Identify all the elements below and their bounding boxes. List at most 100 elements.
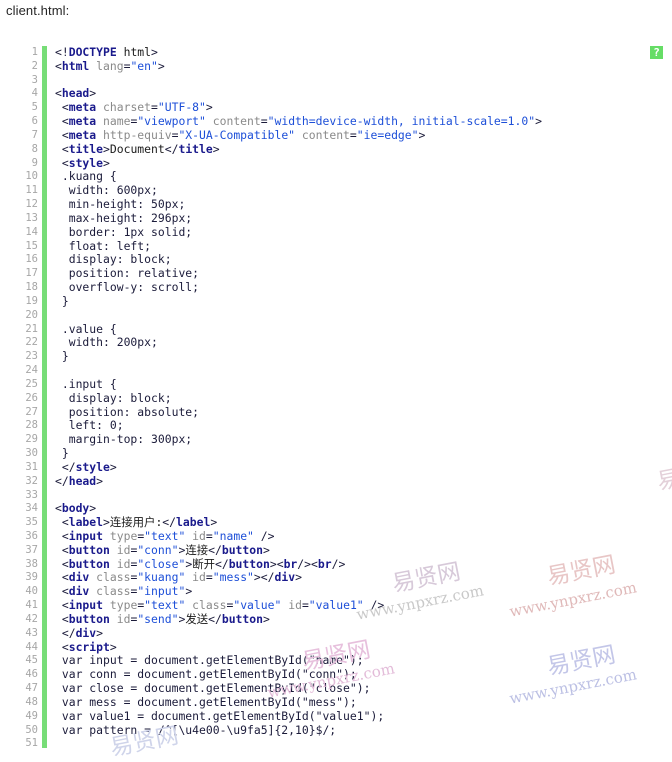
token-attr: content <box>205 114 261 129</box>
code-line[interactable]: 12 min-height: 50px; <box>0 197 672 212</box>
line-number: 12 <box>25 198 38 211</box>
token-punc: > <box>103 155 110 170</box>
code-line[interactable]: 4 <head> <box>0 87 672 101</box>
code-line[interactable]: 43 </div> <box>0 625 672 641</box>
code-line[interactable]: 39 <div class="kuang" id="mess"></div> <box>0 571 672 585</box>
code-line[interactable]: 22 width: 200px; <box>0 335 672 350</box>
code-line[interactable]: 41 <input type="text" class="value" id="… <box>0 598 672 613</box>
code-line[interactable]: 33 <box>0 489 672 503</box>
token-attr: id <box>109 542 131 557</box>
token-str: "text" <box>144 528 186 543</box>
token-punc: > <box>109 639 117 654</box>
code-line[interactable]: 32 </head> <box>0 474 672 489</box>
line-number: 34 <box>25 502 38 515</box>
code-line-text: <label>连接用户:</label> <box>55 515 218 530</box>
token-str: "en" <box>130 58 158 73</box>
code-line[interactable]: 13 max-height: 296px; <box>0 211 672 226</box>
code-line[interactable]: 26 display: block; <box>0 391 672 406</box>
code-line[interactable]: 42 <button id="send">发送</button> <box>0 611 672 627</box>
token-punc: </ <box>61 625 76 640</box>
token-attr: id <box>185 528 206 543</box>
line-number: 28 <box>25 419 38 432</box>
code-line-text: var value1 = document.getElementById("va… <box>55 709 384 724</box>
code-line[interactable]: 27 position: absolute; <box>0 405 672 420</box>
token-punc: > <box>263 542 270 557</box>
code-line[interactable]: 5 <meta charset="UTF-8"> <box>0 100 672 115</box>
line-number: 38 <box>25 557 38 570</box>
token-str: "conn" <box>137 542 179 557</box>
code-line[interactable]: 48 var mess = document.getElementById("m… <box>0 695 672 710</box>
code-line[interactable]: 21 .value { <box>0 321 672 337</box>
code-listing[interactable]: 1 <!DOCTYPE html> 2 <html lang="en"> 3 4 <head… <box>0 45 672 751</box>
code-line[interactable]: 34 <body> <box>0 501 672 516</box>
code-line[interactable]: 37 <button id="conn">连接</button> <box>0 542 672 558</box>
code-line[interactable]: 19 } <box>0 294 672 309</box>
code-line[interactable]: 25 .input { <box>0 377 672 392</box>
token-tag: input <box>68 598 104 613</box>
code-line[interactable]: 14 border: 1px solid; <box>0 225 672 240</box>
line-number: 16 <box>25 253 38 266</box>
code-line[interactable]: 36 <input type="text" id="name" /> <box>0 528 672 544</box>
code-line[interactable]: 11 width: 600px; <box>0 183 672 198</box>
code-line[interactable]: 17 position: relative; <box>0 266 672 281</box>
code-line[interactable]: 8 <title>Document</title> <box>0 141 672 157</box>
code-line[interactable]: 24 <box>0 364 672 378</box>
token-punc: < <box>61 598 69 613</box>
code-line-text: </style> <box>55 459 117 475</box>
code-line[interactable]: 1 <!DOCTYPE html> <box>0 45 672 60</box>
line-number: 48 <box>25 695 38 708</box>
code-line[interactable]: 51 <box>0 737 672 751</box>
token-punc: < <box>61 611 69 626</box>
token-punc: > <box>210 515 218 530</box>
line-number: 17 <box>25 267 38 280</box>
code-line[interactable]: 20 <box>0 309 672 323</box>
token-punc: < <box>61 515 69 530</box>
code-line-text: <div class="input"> <box>55 584 192 599</box>
code-line[interactable]: 16 display: block; <box>0 253 672 267</box>
code-line[interactable]: 49 var value1 = document.getElementById(… <box>0 709 672 724</box>
code-line[interactable]: 35 <label>连接用户:</label> <box>0 515 672 530</box>
code-line[interactable]: 3 <box>0 74 672 88</box>
code-line[interactable]: 29 margin-top: 300px; <box>0 432 672 447</box>
code-line[interactable]: 31 </style> <box>0 459 672 475</box>
code-line-text: <input type="text" class="value" id="val… <box>55 598 384 613</box>
code-line[interactable]: 28 left: 0; <box>0 418 672 433</box>
code-line[interactable]: 9 <style> <box>0 155 672 171</box>
code-line[interactable]: 44 <script> <box>0 639 672 655</box>
code-line[interactable]: 10 .kuang { <box>0 170 672 184</box>
code-line[interactable]: 38 <button id="close">断开</button><br/><b… <box>0 557 672 572</box>
code-line-text: <html lang="en"> <box>55 58 165 74</box>
token-attr: http-equiv <box>96 127 172 142</box>
line-number: 10 <box>25 170 38 183</box>
token-css: .value { <box>55 321 117 336</box>
token-punc: < <box>61 570 69 585</box>
code-line[interactable]: 23 } <box>0 349 672 364</box>
code-line-text: <head> <box>55 87 96 101</box>
code-line[interactable]: 30 } <box>0 446 672 461</box>
code-line[interactable]: 45 var input = document.getElementById("… <box>0 654 672 668</box>
code-line[interactable]: 50 var pattern = /^[\u4e00-\u9fa5]{2,10}… <box>0 723 672 738</box>
token-punc: > <box>109 459 117 474</box>
token-tag: title <box>68 141 104 156</box>
code-line[interactable]: 15 float: left; <box>0 239 672 254</box>
token-str: "mess" <box>212 570 254 585</box>
token-attr: content <box>295 127 350 142</box>
code-line[interactable]: 2 <html lang="en"> <box>0 58 672 74</box>
code-line[interactable]: 40 <div class="input"> <box>0 584 672 599</box>
code-line-text: <meta name="viewport" content="width=dev… <box>55 114 542 129</box>
code-line[interactable]: 18 overflow-y: scroll; <box>0 280 672 295</box>
code-line[interactable]: 7 <meta http-equiv = "X-UA-Compatible" con… <box>0 127 672 143</box>
line-number: 26 <box>25 391 38 404</box>
code-line[interactable]: 47 var close = document.getElementById("… <box>0 681 672 696</box>
line-number: 4 <box>31 87 38 100</box>
code-line[interactable]: 6 <meta name="viewport" content="width=d… <box>0 114 672 129</box>
code-line[interactable]: 46 var conn = document.getElementById("c… <box>0 667 672 682</box>
